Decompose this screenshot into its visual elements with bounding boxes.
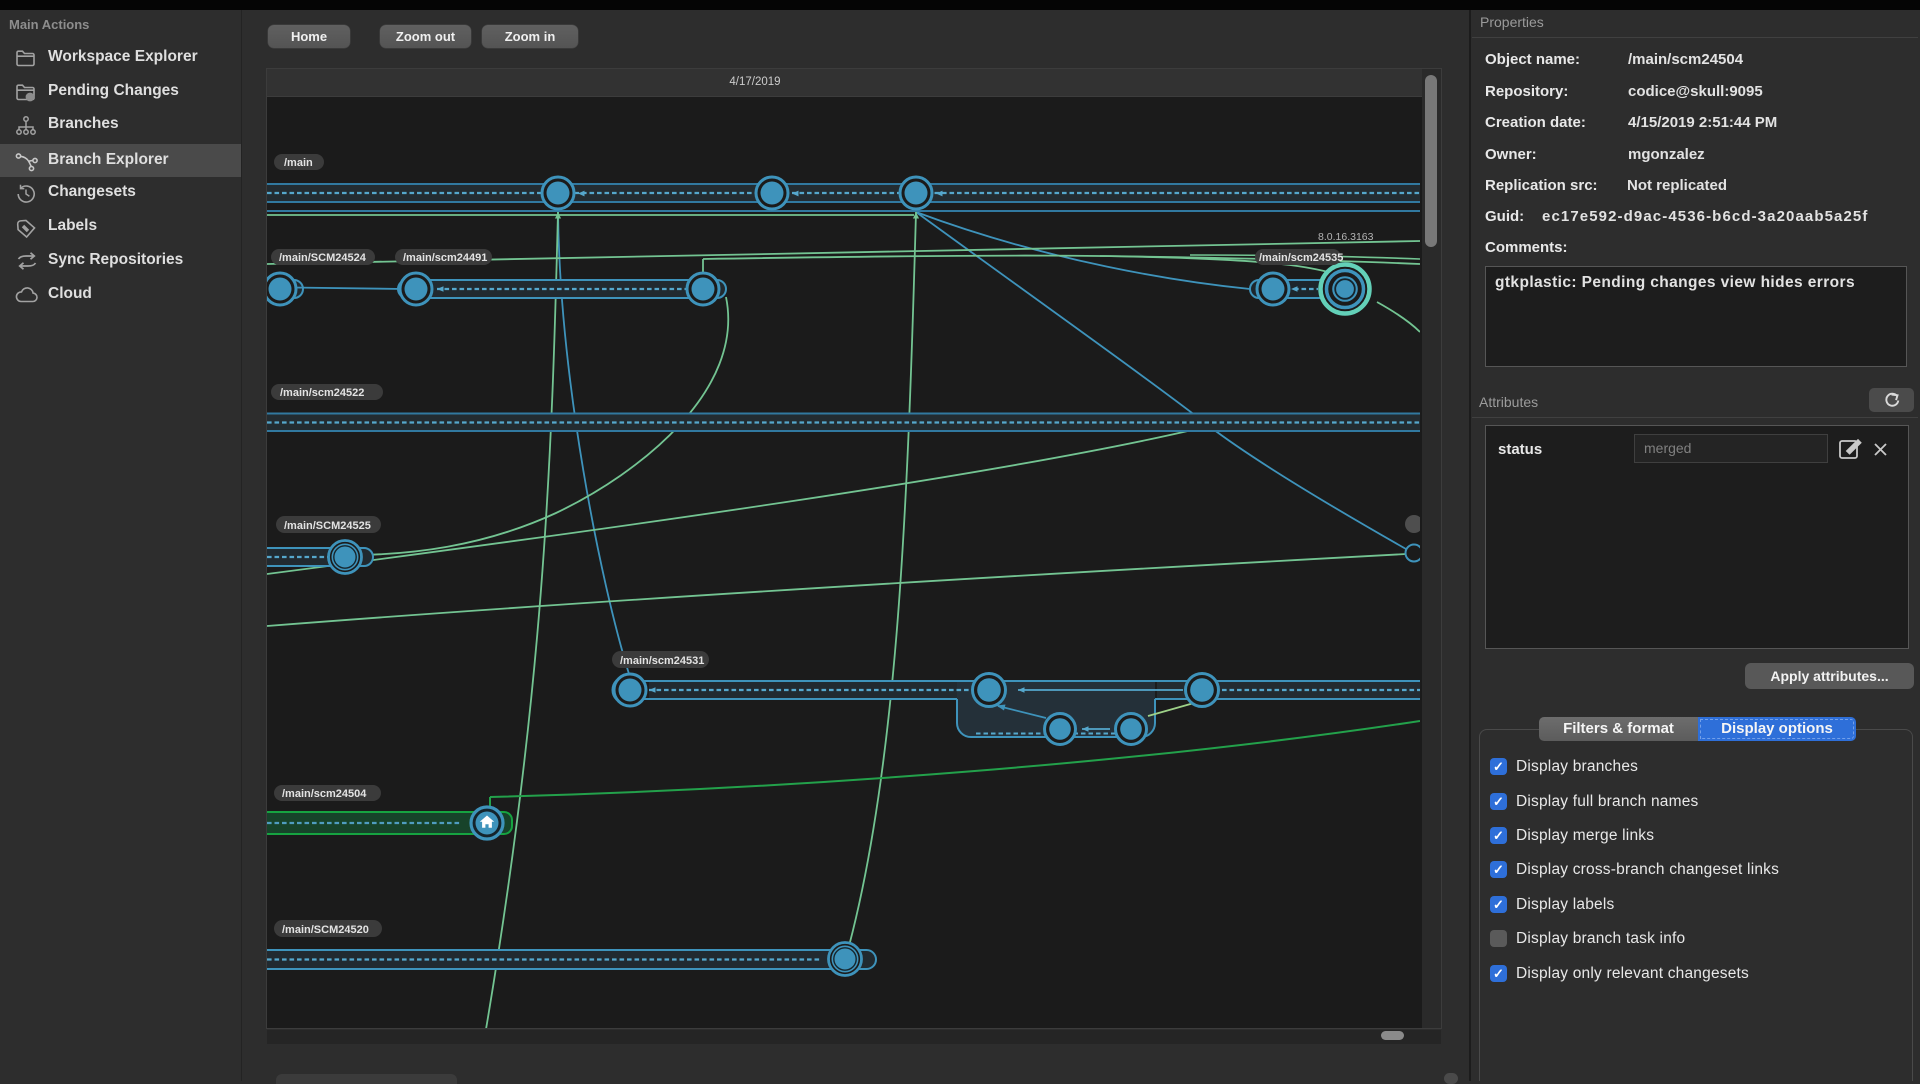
svg-text:/main/scm24522: /main/scm24522 [280,387,364,399]
svg-text:/main/scm24504: /main/scm24504 [282,788,367,800]
svg-text:/main/scm24531: /main/scm24531 [620,655,704,667]
svg-text:/main: /main [284,157,313,169]
svg-text:/main/scm24535: /main/scm24535 [1259,252,1343,264]
svg-text:/main/SCM24524: /main/SCM24524 [279,252,367,264]
svg-text:/main/scm24491: /main/scm24491 [403,252,487,264]
svg-text:8.0.16.3163: 8.0.16.3163 [1318,231,1374,243]
svg-text:/main/SCM24525: /main/SCM24525 [284,520,371,532]
svg-text:/main/SCM24520: /main/SCM24520 [282,924,369,936]
